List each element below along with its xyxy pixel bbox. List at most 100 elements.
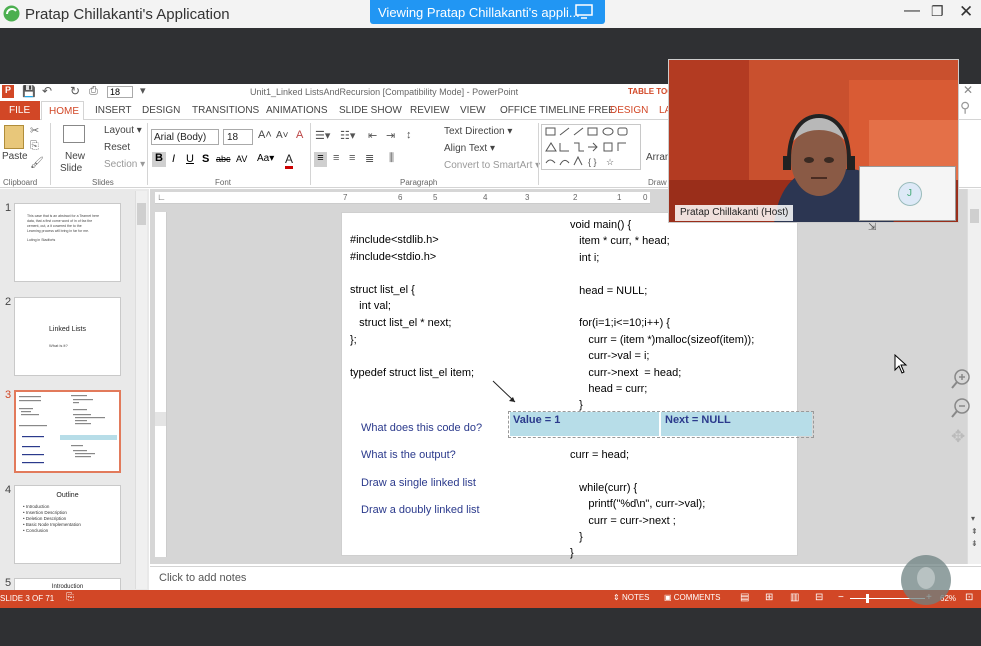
tab-view[interactable]: VIEW bbox=[460, 105, 486, 116]
arrange-label[interactable]: Arran bbox=[646, 152, 670, 163]
zoom-in-icon[interactable] bbox=[950, 368, 972, 390]
slide-thumbnail-3-selected[interactable] bbox=[14, 390, 121, 473]
notes-toggle[interactable]: ⇕ NOTES bbox=[613, 593, 650, 602]
right-code-block-2[interactable]: curr = head; while(curr) { printf("%d\n"… bbox=[570, 447, 705, 562]
reset-button[interactable]: Reset bbox=[92, 142, 130, 153]
fit-slide-icon[interactable]: ⊡ bbox=[965, 592, 973, 603]
italic-icon[interactable]: I bbox=[172, 153, 175, 165]
align-right-icon[interactable]: ≡ bbox=[349, 152, 355, 164]
line-spacing-icon[interactable]: ↕ bbox=[406, 129, 412, 141]
convert-smartart-button[interactable]: Convert to SmartArt ▾ bbox=[432, 160, 540, 171]
zoom-minus-icon[interactable]: − bbox=[838, 592, 844, 603]
tab-insert[interactable]: INSERT bbox=[95, 105, 132, 116]
slide-thumbnail-4[interactable]: Outline • Introduction • Insertion Descri… bbox=[14, 485, 121, 564]
font-color-icon[interactable]: A bbox=[285, 152, 294, 169]
quick-access-more-icon[interactable]: ▾ bbox=[140, 84, 146, 97]
zoom-slider-handle[interactable] bbox=[866, 594, 869, 603]
participant-thumbnail[interactable]: J bbox=[859, 166, 956, 221]
tab-slide-show[interactable]: SLIDE SHOW bbox=[339, 105, 402, 116]
tab-stop-icon[interactable]: ∟ bbox=[157, 192, 166, 202]
columns-icon[interactable]: ⫼ bbox=[389, 152, 394, 165]
slide-thumbnail-1[interactable]: This case that is an abstract for a Tear… bbox=[14, 203, 121, 282]
slideshow-icon[interactable]: ⊟ bbox=[815, 592, 823, 603]
tab-animations[interactable]: ANIMATIONS bbox=[266, 105, 327, 116]
spellcheck-icon[interactable]: ⎘ bbox=[66, 592, 74, 603]
editor-scrollbar-thumb[interactable] bbox=[970, 209, 979, 223]
slide-sorter-icon[interactable]: ⊞ bbox=[765, 592, 773, 603]
shrink-font-icon[interactable]: A˅ bbox=[276, 130, 289, 141]
section-button[interactable]: Section ▾ bbox=[92, 159, 145, 170]
prev-slide-icon[interactable]: ⇞ bbox=[971, 527, 978, 536]
tab-home[interactable]: HOME bbox=[41, 101, 84, 120]
new-slide-label2[interactable]: Slide bbox=[60, 163, 82, 174]
copy-icon[interactable]: ⎘ bbox=[30, 140, 39, 153]
annotation-tool-button[interactable] bbox=[901, 555, 951, 605]
tab-file[interactable]: FILE bbox=[0, 101, 40, 120]
table-cell-next[interactable]: Next = NULL bbox=[661, 412, 812, 436]
comments-toggle[interactable]: ▣ COMMENTS bbox=[664, 593, 720, 602]
scroll-down-icon[interactable]: ▾ bbox=[971, 514, 975, 523]
arrow-connector[interactable] bbox=[490, 378, 520, 406]
change-case-icon[interactable]: Aa▾ bbox=[257, 153, 274, 164]
tab-design[interactable]: DESIGN bbox=[142, 105, 180, 116]
tab-table-design[interactable]: DESIGN bbox=[610, 105, 648, 116]
clear-format-icon[interactable]: A bbox=[296, 129, 303, 141]
align-center-icon[interactable]: ≡ bbox=[333, 152, 339, 164]
tab-office-timeline[interactable]: OFFICE TIMELINE FREE bbox=[500, 105, 615, 116]
question-1[interactable]: What does this code do? bbox=[361, 422, 482, 434]
new-slide-icon[interactable] bbox=[63, 125, 85, 143]
paste-icon[interactable] bbox=[4, 125, 24, 149]
bullets-icon[interactable]: ☰▾ bbox=[315, 129, 330, 142]
char-spacing-icon[interactable]: AV bbox=[236, 154, 247, 164]
justify-icon[interactable]: ≣ bbox=[365, 152, 374, 165]
move-icon[interactable]: ✥ bbox=[951, 427, 965, 447]
bold-icon[interactable]: B bbox=[152, 152, 166, 167]
close-icon[interactable]: ✕ bbox=[959, 2, 973, 22]
table-cell-value[interactable]: Value = 1 bbox=[510, 412, 660, 436]
font-name-select[interactable]: Arial (Body) bbox=[151, 129, 219, 145]
notes-pane[interactable]: Click to add notes bbox=[150, 566, 981, 590]
layout-button[interactable]: Layout ▾ bbox=[92, 125, 142, 136]
left-code-block[interactable]: #include<stdlib.h> #include<stdio.h> stru… bbox=[350, 232, 474, 381]
thumbnail-scrollbar[interactable] bbox=[135, 191, 147, 589]
host-video-panel[interactable]: J Pratap Chillakanti (Host) bbox=[668, 59, 959, 223]
tab-transitions[interactable]: TRANSITIONS bbox=[192, 105, 259, 116]
video-panel-close-icon[interactable]: ✕ bbox=[963, 83, 973, 97]
normal-view-icon[interactable]: ▤ bbox=[740, 592, 749, 603]
font-size-select[interactable]: 18 bbox=[223, 129, 253, 145]
shadow-icon[interactable]: S bbox=[202, 153, 209, 165]
next-slide-icon[interactable]: ⇟ bbox=[971, 539, 978, 548]
reading-view-icon[interactable]: ▥ bbox=[790, 592, 799, 603]
tab-review[interactable]: REVIEW bbox=[410, 105, 449, 116]
save-icon[interactable]: 💾 bbox=[22, 85, 36, 98]
presenter-icon[interactable]: ⎙ bbox=[89, 85, 98, 98]
grow-font-icon[interactable]: A˄ bbox=[258, 129, 272, 141]
new-slide-label[interactable]: New bbox=[65, 151, 85, 162]
strikethrough-icon[interactable]: abc bbox=[216, 154, 231, 164]
shapes-gallery[interactable]: { } ☆ bbox=[541, 124, 641, 170]
question-2[interactable]: What is the output? bbox=[361, 449, 456, 461]
align-text-button[interactable]: Align Text ▾ bbox=[432, 143, 495, 154]
minimize-icon[interactable]: — bbox=[904, 2, 920, 20]
slide-thumbnail-2[interactable]: Linked Lists What is it? bbox=[14, 297, 121, 376]
zoom-out-icon[interactable] bbox=[950, 397, 972, 419]
restore-icon[interactable]: ❐ bbox=[931, 3, 944, 20]
format-painter-icon[interactable]: 🖌 bbox=[30, 156, 44, 169]
undo-icon[interactable]: ↶ bbox=[42, 84, 52, 98]
cut-icon[interactable]: ✂ bbox=[30, 124, 39, 137]
decrease-indent-icon[interactable]: ⇤ bbox=[368, 129, 377, 142]
numbering-icon[interactable]: ☷▾ bbox=[340, 129, 355, 142]
question-4[interactable]: Draw a doubly linked list bbox=[361, 504, 480, 516]
quick-font-size[interactable]: 18 bbox=[107, 86, 133, 98]
increase-indent-icon[interactable]: ⇥ bbox=[386, 129, 395, 142]
slide-thumbnail-5[interactable]: Introduction bbox=[14, 578, 121, 590]
question-3[interactable]: Draw a single linked list bbox=[361, 477, 476, 489]
underline-icon[interactable]: U bbox=[186, 153, 194, 165]
viewing-banner[interactable]: Viewing Pratap Chillakanti's appli... bbox=[370, 0, 605, 24]
text-direction-button[interactable]: Text Direction ▾ bbox=[432, 126, 512, 137]
align-left-icon[interactable]: ≡ bbox=[314, 152, 327, 167]
right-code-block[interactable]: void main() { item * curr, * head; int i… bbox=[570, 217, 754, 414]
video-panel-search-icon[interactable]: ⚲ bbox=[960, 99, 970, 116]
scrollbar-thumb[interactable] bbox=[137, 203, 146, 225]
redo-icon[interactable]: ↻ bbox=[70, 84, 80, 98]
